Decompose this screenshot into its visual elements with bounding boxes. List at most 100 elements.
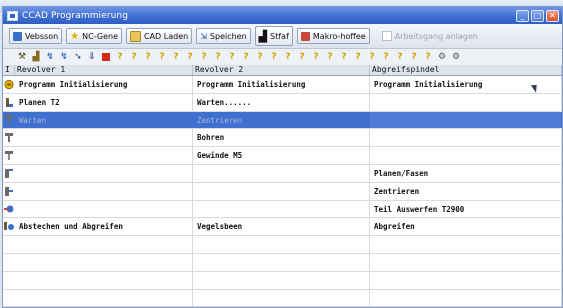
- help-icon[interactable]: ?: [127, 51, 141, 63]
- table-row[interactable]: Bohren: [3, 129, 562, 148]
- table-cell[interactable]: [370, 253, 562, 271]
- tool-icon[interactable]: ▟: [29, 51, 43, 63]
- help-icon[interactable]: ?: [169, 51, 183, 63]
- table-row[interactable]: Planen T2 Warten......: [3, 93, 562, 112]
- help-icon[interactable]: ?: [211, 51, 225, 63]
- table-cell[interactable]: [193, 271, 370, 289]
- help-icon[interactable]: ?: [295, 51, 309, 63]
- table-cell[interactable]: [15, 200, 193, 218]
- help-icon[interactable]: ?: [365, 51, 379, 63]
- help-icon[interactable]: ?: [155, 51, 169, 63]
- help-icon[interactable]: ?: [351, 51, 365, 63]
- makro-hoffee-button[interactable]: Makro-hoffee: [296, 28, 370, 44]
- help-icon[interactable]: ?: [379, 51, 393, 63]
- cad-laden-button[interactable]: CAD Laden: [126, 28, 193, 44]
- speichen-button[interactable]: ⇲ Speichen: [196, 28, 251, 44]
- table-cell[interactable]: Planen/Fasen: [370, 164, 562, 182]
- table-cell[interactable]: [15, 236, 193, 253]
- table-row[interactable]: Planen/Fasen: [3, 164, 562, 183]
- help-icon[interactable]: ?: [393, 51, 407, 63]
- help-icon[interactable]: ?: [197, 51, 211, 63]
- title-bar[interactable]: CCAD Programmierung _ □ ✕: [3, 7, 562, 24]
- table-cell[interactable]: [15, 129, 193, 147]
- table-cell[interactable]: Warten......: [193, 93, 370, 111]
- help-icon[interactable]: ?: [323, 51, 337, 63]
- table-cell[interactable]: Abstechen und Abgreifen: [15, 218, 193, 236]
- table-cell[interactable]: [15, 271, 193, 289]
- help-icon[interactable]: ?: [253, 51, 267, 63]
- table-cell[interactable]: Abgreifen: [370, 218, 562, 236]
- table-cell[interactable]: [15, 164, 193, 182]
- lathe-tool-icon[interactable]: ⚒: [15, 51, 29, 63]
- table-cell[interactable]: [370, 111, 562, 129]
- arbeitsgang-checkbox[interactable]: Arbeitsgang anlagen: [381, 31, 478, 41]
- table-cell[interactable]: Programm Initialisierung: [193, 76, 370, 93]
- table-cell[interactable]: Planen T2: [15, 93, 193, 111]
- table-cell[interactable]: [193, 200, 370, 218]
- table-cell[interactable]: Programm Initialisierung: [15, 76, 193, 93]
- table-cell[interactable]: Vegelsbeen: [193, 218, 370, 236]
- help-icon[interactable]: ?: [421, 51, 435, 63]
- table-cell[interactable]: [370, 289, 562, 307]
- table-cell[interactable]: [15, 253, 193, 271]
- arrow2-icon[interactable]: ⇩: [85, 51, 99, 63]
- help-icon[interactable]: ?: [141, 51, 155, 63]
- vebsson-button[interactable]: Vebsson: [9, 28, 63, 44]
- table-cell[interactable]: [15, 182, 193, 200]
- table-cell[interactable]: [193, 289, 370, 307]
- close-button[interactable]: ✕: [546, 9, 559, 22]
- arrow-icon[interactable]: ➘: [71, 51, 85, 63]
- nc-gene-button[interactable]: ★ NC-Gene: [66, 28, 122, 44]
- help-icon[interactable]: ?: [113, 51, 127, 63]
- col-header-revolver-2[interactable]: Revolver 2: [193, 65, 370, 75]
- gear-icon[interactable]: ⚙: [435, 51, 449, 63]
- table-row-empty[interactable]: [3, 289, 562, 308]
- col-header-index[interactable]: I: [3, 65, 15, 75]
- table-row-empty[interactable]: [3, 253, 562, 272]
- table-cell[interactable]: Bohren: [193, 129, 370, 147]
- table-cell[interactable]: [370, 147, 562, 164]
- turn-icon[interactable]: ↯: [43, 51, 57, 63]
- table-cell[interactable]: Warten: [15, 111, 193, 129]
- table-cell[interactable]: [15, 289, 193, 307]
- table-cell[interactable]: [370, 93, 562, 111]
- help-icon[interactable]: ?: [183, 51, 197, 63]
- help-icon[interactable]: ?: [267, 51, 281, 63]
- table-cell[interactable]: Teil Auswerfen T2900: [370, 200, 562, 218]
- table-cell[interactable]: [370, 236, 562, 253]
- maximize-button[interactable]: □: [531, 9, 544, 22]
- stfaf-button[interactable]: ▟ Stfaf: [254, 26, 293, 46]
- table-row-empty[interactable]: [3, 236, 562, 254]
- table-cell[interactable]: [193, 182, 370, 200]
- table-cell[interactable]: [15, 147, 193, 164]
- table-row[interactable]: Gewinde M5: [3, 147, 562, 165]
- gear-icon[interactable]: ⚙: [449, 51, 463, 63]
- help-icon[interactable]: ?: [309, 51, 323, 63]
- turn2-icon[interactable]: ↯: [57, 51, 71, 63]
- table-row-empty[interactable]: [3, 271, 562, 290]
- minimize-button[interactable]: _: [516, 9, 529, 22]
- table-cell[interactable]: [370, 271, 562, 289]
- table-cell[interactable]: Zentrieren: [193, 111, 370, 129]
- help-icon[interactable]: ?: [281, 51, 295, 63]
- table-cell[interactable]: [193, 164, 370, 182]
- col-header-abgreifspindel[interactable]: Abgreifspindel: [370, 65, 562, 75]
- table-cell[interactable]: [193, 236, 370, 253]
- table-row[interactable]: Teil Auswerfen T2900: [3, 200, 562, 219]
- help-icon[interactable]: ?: [407, 51, 421, 63]
- checkbox-box[interactable]: [381, 31, 392, 41]
- stop-icon[interactable]: [99, 51, 113, 63]
- table-row[interactable]: Programm Initialisierung Programm Initia…: [3, 76, 562, 94]
- help-icon[interactable]: ?: [337, 51, 351, 63]
- table-cell[interactable]: [370, 129, 562, 147]
- help-icon[interactable]: ?: [239, 51, 253, 63]
- table-row[interactable]: Abstechen und Abgreifen Vegelsbeen Abgre…: [3, 218, 562, 237]
- table-cell[interactable]: [193, 253, 370, 271]
- col-header-revolver-1[interactable]: Revolver 1: [15, 65, 193, 75]
- table-row[interactable]: Zentrieren: [3, 182, 562, 201]
- vector-icon: [13, 31, 22, 41]
- table-cell[interactable]: Zentrieren: [370, 182, 562, 200]
- table-cell[interactable]: Gewinde M5: [193, 147, 370, 164]
- table-row-selected[interactable]: Warten Zentrieren: [3, 111, 562, 130]
- help-icon[interactable]: ?: [225, 51, 239, 63]
